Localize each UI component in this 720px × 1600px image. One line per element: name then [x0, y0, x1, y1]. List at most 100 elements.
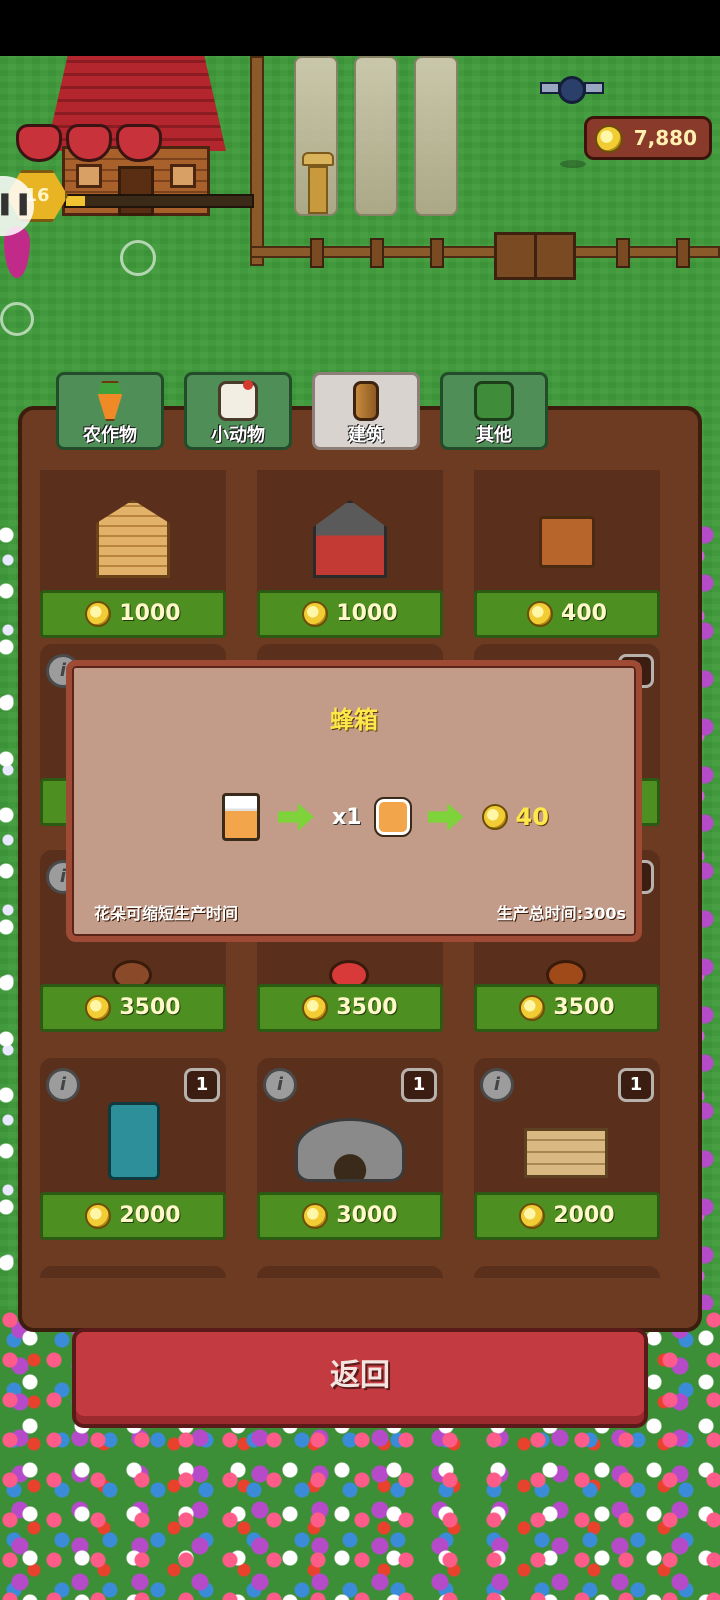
- coin-icon: [519, 995, 546, 1021]
- tab-label: 建筑: [348, 425, 384, 446]
- price-label: 3500: [553, 995, 615, 1020]
- shop-item[interactable]: 400: [474, 470, 660, 638]
- flying-bird[interactable]: [540, 72, 604, 108]
- item-info-popup[interactable]: 蜂箱 x1 40 花朵可缩短生产时间 生产总时间:300s: [66, 660, 642, 942]
- arrow-right-icon: [427, 803, 464, 831]
- tab-animals[interactable]: 小动物: [184, 372, 292, 450]
- info-icon[interactable]: i: [46, 1068, 80, 1102]
- shop-item[interactable]: i 1 2000: [474, 1058, 660, 1240]
- buy-button[interactable]: 2000: [40, 1192, 226, 1240]
- fence-post: [310, 238, 324, 268]
- count-badge: 1: [184, 1068, 220, 1102]
- chicken-icon: [218, 380, 258, 421]
- buy-button[interactable]: 400: [474, 590, 660, 638]
- stone-statue: [354, 56, 398, 216]
- bird-shadow: [560, 160, 586, 168]
- bird-wing: [540, 82, 560, 94]
- fence-post: [616, 238, 630, 268]
- beehive-icon: [222, 793, 260, 841]
- heart-icon: [116, 124, 162, 162]
- price-label: 3500: [336, 995, 398, 1020]
- bench-icon: [524, 1128, 608, 1178]
- coin-icon: [527, 601, 554, 627]
- tab-others[interactable]: 其他: [440, 372, 548, 450]
- status-bar: [0, 0, 720, 56]
- coin-icon: [302, 601, 329, 627]
- production-time: 生产总时间:300s: [496, 904, 626, 923]
- price-label: 1000: [336, 601, 398, 626]
- fence-gate[interactable]: [494, 232, 576, 280]
- health-hearts: [16, 124, 162, 162]
- reward-amount: 40: [515, 803, 549, 831]
- flower-bed-left: [0, 520, 18, 1320]
- coin-icon: [302, 995, 329, 1021]
- heart-icon: [16, 124, 62, 162]
- buy-button[interactable]: 3500: [40, 984, 226, 1032]
- coin-icon: [302, 1203, 329, 1229]
- flower-hint: 花朵可缩短生产时间: [94, 904, 239, 923]
- input-quantity: x1: [332, 804, 362, 830]
- house-window: [76, 164, 102, 188]
- shop-item[interactable]: 1000: [257, 470, 443, 638]
- coin-icon: [85, 601, 112, 627]
- stone-statue: [414, 56, 458, 216]
- shop-item[interactable]: i 1 2000: [40, 1058, 226, 1240]
- coin-amount: 7,880: [633, 126, 697, 150]
- info-icon[interactable]: i: [263, 1068, 297, 1102]
- house-window: [170, 164, 196, 188]
- tap-indicator-ring: [120, 240, 156, 276]
- buy-button[interactable]: 3000: [257, 1192, 443, 1240]
- goblin-icon: [474, 381, 514, 421]
- fence-vertical: [250, 56, 264, 266]
- mine-icon: [295, 1118, 405, 1182]
- production-recipe: x1 40: [222, 790, 549, 844]
- coin-balance: 7,880: [584, 116, 712, 160]
- chest-icon: [539, 516, 595, 568]
- shop-item[interactable]: [474, 1266, 660, 1278]
- bird-wing: [584, 82, 604, 94]
- tab-buildings[interactable]: 建筑: [312, 372, 420, 450]
- house-door: [118, 166, 154, 216]
- tab-label: 其他: [476, 425, 512, 446]
- buy-button[interactable]: 2000: [474, 1192, 660, 1240]
- heart-icon: [66, 124, 112, 162]
- shop-item[interactable]: 1000: [40, 470, 226, 638]
- buy-button[interactable]: 1000: [40, 590, 226, 638]
- price-label: 400: [561, 601, 607, 626]
- barn-icon: [96, 500, 170, 578]
- price-label: 3000: [336, 1203, 398, 1228]
- coin-icon: [481, 804, 508, 830]
- shop-item[interactable]: [257, 1266, 443, 1278]
- coin-icon: [519, 1203, 546, 1229]
- tap-indicator-ring: [0, 302, 34, 336]
- count-badge: 1: [401, 1068, 437, 1102]
- popup-title: 蜂箱: [330, 706, 378, 734]
- shop-item[interactable]: [40, 1266, 226, 1278]
- fence-post: [676, 238, 690, 268]
- buy-button[interactable]: 1000: [257, 590, 443, 638]
- fence-post: [430, 238, 444, 268]
- red-barn-icon: [313, 500, 387, 578]
- price-label: 1000: [119, 601, 181, 626]
- price-label: 3500: [119, 995, 181, 1020]
- blue-machine-icon: [108, 1102, 160, 1180]
- xp-bar: [64, 194, 254, 208]
- count-badge: 1: [618, 1068, 654, 1102]
- coin-icon: [85, 995, 112, 1021]
- buy-button[interactable]: 3500: [474, 984, 660, 1032]
- bird-body: [558, 76, 586, 104]
- scarecrow-body: [308, 166, 328, 214]
- xp-bar-fill: [66, 196, 85, 206]
- tab-label: 农作物: [83, 425, 137, 446]
- carrot-icon: [98, 381, 122, 421]
- price-label: 2000: [119, 1203, 181, 1228]
- tab-crops[interactable]: 农作物: [56, 372, 164, 450]
- back-button[interactable]: 返回: [72, 1328, 648, 1428]
- scarecrow[interactable]: [298, 152, 338, 216]
- buy-button[interactable]: 3500: [257, 984, 443, 1032]
- arrow-right-icon: [278, 803, 314, 831]
- building-icon: [353, 381, 379, 421]
- scarecrow-hat: [302, 152, 334, 166]
- shop-item[interactable]: i 1 3000: [257, 1058, 443, 1240]
- info-icon[interactable]: i: [480, 1068, 514, 1102]
